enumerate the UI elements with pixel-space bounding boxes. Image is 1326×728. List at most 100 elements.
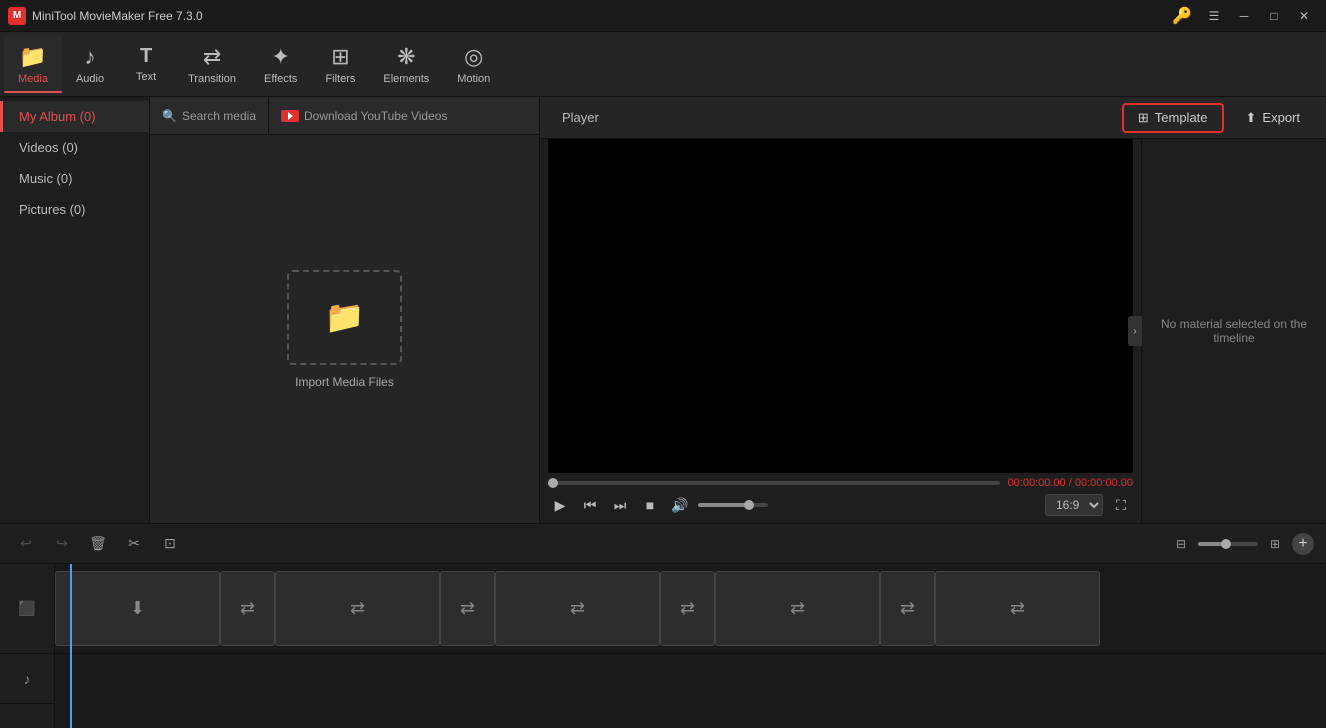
import-media-box[interactable]: 📁 bbox=[287, 270, 402, 365]
toolbar: 📁 Media ♪ Audio T Text ⇄ Transition ✦ Ef… bbox=[0, 32, 1326, 97]
import-segment-icon: ⬇ bbox=[130, 598, 145, 619]
delete-btn[interactable]: 🗑 bbox=[84, 530, 112, 558]
progress-track[interactable] bbox=[548, 481, 1000, 485]
center-right: Player ⊞ Template ⬆ Export bbox=[540, 97, 1326, 523]
filters-label: Filters bbox=[325, 73, 355, 85]
clip-seg-icon-2: ⇄ bbox=[570, 598, 585, 619]
zoom-add-btn[interactable]: + bbox=[1292, 533, 1314, 555]
sidebar-item-music[interactable]: Music (0) bbox=[0, 163, 149, 194]
download-youtube-label: Download YouTube Videos bbox=[304, 109, 447, 123]
zoom-slider[interactable] bbox=[1198, 542, 1258, 546]
stop-btn[interactable]: ■ bbox=[638, 493, 662, 517]
search-media-btn[interactable]: 🔍 Search media bbox=[150, 97, 269, 134]
toolbar-effects[interactable]: ✦ Effects bbox=[250, 35, 311, 93]
video-track-label[interactable]: ⬛ bbox=[0, 564, 54, 654]
toolbar-media[interactable]: 📁 Media bbox=[4, 35, 62, 93]
menu-btn[interactable]: ☰ bbox=[1200, 5, 1228, 27]
toolbar-transition[interactable]: ⇄ Transition bbox=[174, 35, 250, 93]
track-labels: ⬛ ♪ bbox=[0, 564, 55, 728]
volume-thumb[interactable] bbox=[744, 500, 754, 510]
transition-seg-icon-2: ⇄ bbox=[460, 598, 475, 619]
zoom-out-icon: ⊟ bbox=[1170, 533, 1192, 555]
timeline-toolbar: ↩ ↪ 🗑 ✂ ⊡ ⊟ ⊞ + bbox=[0, 523, 1326, 563]
text-label: Text bbox=[136, 71, 156, 83]
export-label: Export bbox=[1262, 110, 1300, 125]
toolbar-filters[interactable]: ⊞ Filters bbox=[311, 35, 369, 93]
progress-thumb[interactable] bbox=[548, 478, 558, 488]
search-icon: 🔍 bbox=[162, 109, 177, 123]
zoom-fill bbox=[1198, 542, 1222, 546]
filters-icon: ⊞ bbox=[331, 44, 349, 70]
sidebar-item-my-album[interactable]: My Album (0) bbox=[0, 101, 149, 132]
fullscreen-btn[interactable]: ⛶ bbox=[1109, 493, 1133, 517]
properties-panel: › No material selected on the timeline bbox=[1141, 139, 1326, 523]
player-main: 00:00:00.00 / 00:00:00.00 ▶ ⏮ ⏭ ■ 🔊 bbox=[540, 139, 1326, 523]
video-track-icon: ⬛ bbox=[18, 600, 35, 617]
timeline: ⬛ ♪ ⬇ bbox=[0, 563, 1326, 728]
sidebar-item-videos[interactable]: Videos (0) bbox=[0, 132, 149, 163]
total-time: 00:00:00.00 bbox=[1075, 477, 1133, 489]
track-segment-c3[interactable]: ⇄ bbox=[715, 571, 880, 646]
track-segment-t2[interactable]: ⇄ bbox=[440, 571, 495, 646]
template-layers-icon: ⊞ bbox=[1138, 110, 1149, 126]
toolbar-elements[interactable]: ❋ Elements bbox=[369, 35, 443, 93]
transition-seg-icon-3: ⇄ bbox=[680, 598, 695, 619]
clip-seg-icon-3: ⇄ bbox=[790, 598, 805, 619]
template-label: Template bbox=[1155, 110, 1208, 125]
zoom-thumb[interactable] bbox=[1221, 539, 1231, 549]
toolbar-motion[interactable]: ◎ Motion bbox=[443, 35, 504, 93]
folder-icon: 📁 bbox=[325, 298, 365, 336]
volume-fill bbox=[698, 503, 747, 507]
cut-btn[interactable]: ✂ bbox=[120, 530, 148, 558]
toolbar-text[interactable]: T Text bbox=[118, 35, 174, 93]
search-media-label: Search media bbox=[182, 109, 256, 123]
player-area: Player ⊞ Template ⬆ Export bbox=[540, 97, 1326, 523]
track-segment-t4[interactable]: ⇄ bbox=[880, 571, 935, 646]
redo-btn[interactable]: ↪ bbox=[48, 530, 76, 558]
template-button[interactable]: ⊞ Template bbox=[1122, 103, 1224, 133]
timeline-tracks: ⬛ ♪ ⬇ bbox=[0, 564, 1326, 728]
transition-seg-icon-1: ⇄ bbox=[240, 598, 255, 619]
audio-track bbox=[55, 654, 1326, 704]
app-icon: M bbox=[8, 7, 26, 25]
export-button[interactable]: ⬆ Export bbox=[1232, 105, 1314, 131]
aspect-ratio-select[interactable]: 16:9 9:16 1:1 4:3 bbox=[1045, 494, 1103, 516]
track-segment-c1[interactable]: ⇄ bbox=[275, 571, 440, 646]
transition-seg-icon-4: ⇄ bbox=[900, 598, 915, 619]
transition-label: Transition bbox=[188, 73, 236, 85]
audio-track-label[interactable]: ♪ bbox=[0, 654, 54, 704]
next-frame-btn[interactable]: ⏭ bbox=[608, 493, 632, 517]
video-area: 00:00:00.00 / 00:00:00.00 ▶ ⏮ ⏭ ■ 🔊 bbox=[540, 139, 1141, 523]
play-btn[interactable]: ▶ bbox=[548, 493, 572, 517]
volume-slider[interactable] bbox=[698, 503, 768, 507]
sidebar-item-pictures[interactable]: Pictures (0) bbox=[0, 194, 149, 225]
track-segment-c4[interactable]: ⇄ bbox=[935, 571, 1100, 646]
motion-icon: ◎ bbox=[464, 44, 483, 70]
toolbar-audio[interactable]: ♪ Audio bbox=[62, 35, 118, 93]
key-icon[interactable]: 🔑 bbox=[1172, 6, 1192, 26]
download-youtube-btn[interactable]: Download YouTube Videos bbox=[269, 97, 459, 134]
prev-frame-btn[interactable]: ⏮ bbox=[578, 493, 602, 517]
player-tab[interactable]: Player bbox=[552, 104, 609, 131]
tracks-area: ⬇ ⇄ ⇄ ⇄ bbox=[55, 564, 1326, 728]
app-title: MiniTool MovieMaker Free 7.3.0 bbox=[32, 9, 1172, 23]
track-segment-t3[interactable]: ⇄ bbox=[660, 571, 715, 646]
minimize-btn[interactable]: ─ bbox=[1230, 5, 1258, 27]
audio-icon: ♪ bbox=[85, 44, 96, 70]
props-collapse-btn[interactable]: › bbox=[1128, 316, 1142, 346]
volume-btn[interactable]: 🔊 bbox=[668, 493, 692, 517]
undo-btn[interactable]: ↩ bbox=[12, 530, 40, 558]
track-segment-c2[interactable]: ⇄ bbox=[495, 571, 660, 646]
maximize-btn[interactable]: □ bbox=[1260, 5, 1288, 27]
crop-btn[interactable]: ⊡ bbox=[156, 530, 184, 558]
text-icon: T bbox=[140, 45, 152, 68]
track-segment-main[interactable]: ⬇ bbox=[55, 571, 220, 646]
elements-icon: ❋ bbox=[397, 44, 415, 70]
close-btn[interactable]: ✕ bbox=[1290, 5, 1318, 27]
track-segment-t1[interactable]: ⇄ bbox=[220, 571, 275, 646]
youtube-icon bbox=[281, 110, 299, 122]
video-player bbox=[548, 139, 1133, 473]
media-search-bar: 🔍 Search media Download YouTube Videos bbox=[150, 97, 539, 135]
zoom-controls: ⊟ ⊞ + bbox=[1170, 533, 1314, 555]
zoom-in-icon: ⊞ bbox=[1264, 533, 1286, 555]
